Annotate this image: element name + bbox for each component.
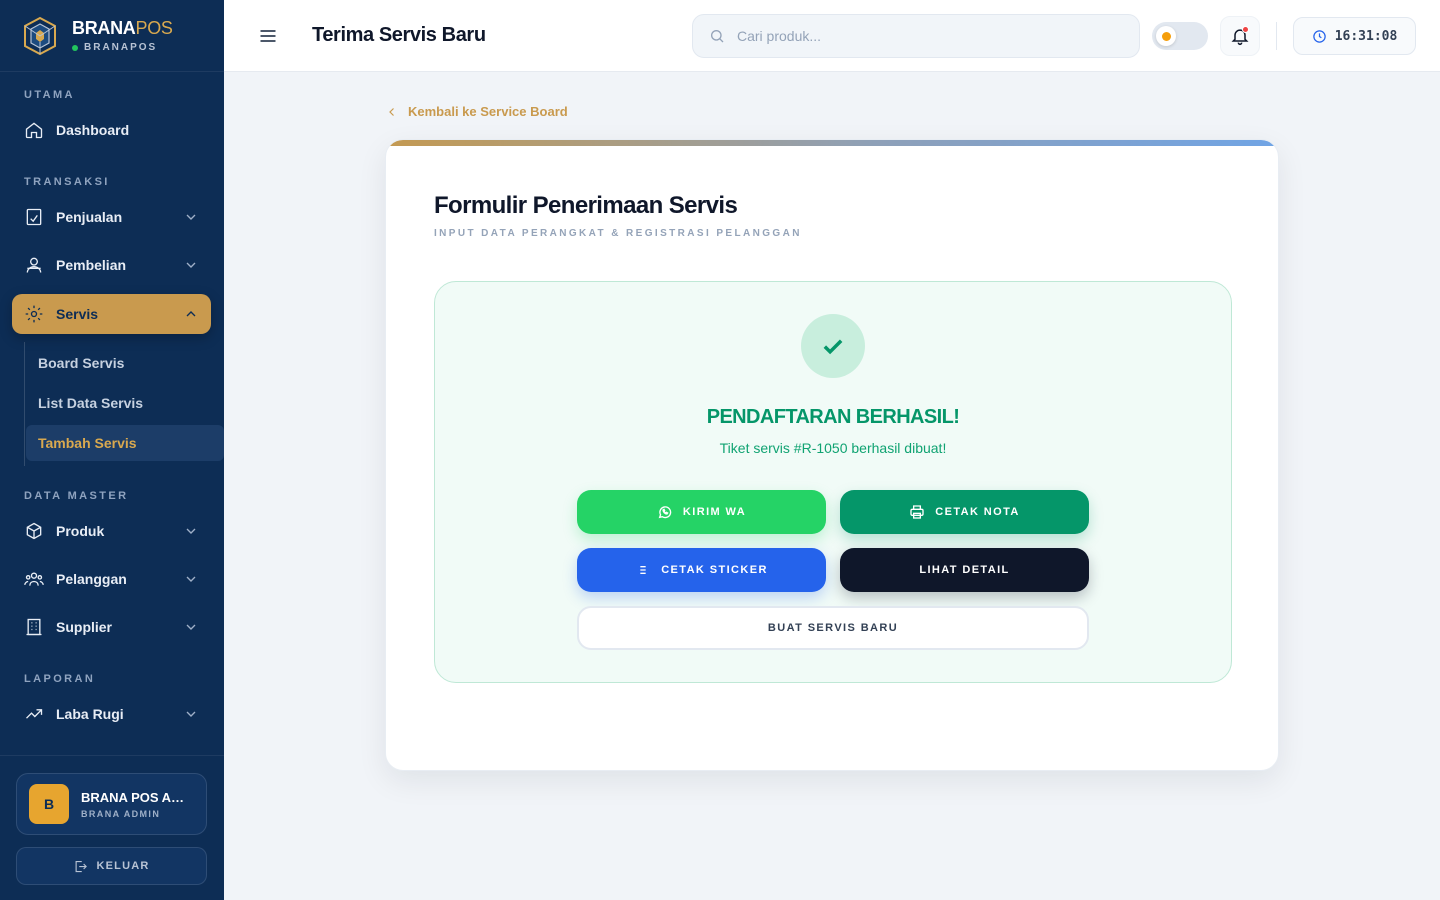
print-receipt-button[interactable]: CETAK NOTA xyxy=(840,490,1089,534)
building-icon xyxy=(26,618,42,636)
avatar: B xyxy=(29,784,69,824)
sidebar: BRANAPOS BRANAPOS UTAMA Dashboard TRANSA… xyxy=(0,0,224,900)
form-subtitle: INPUT DATA PERANGKAT & REGISTRASI PELANG… xyxy=(434,228,802,239)
success-check xyxy=(801,314,865,378)
gear-icon xyxy=(25,305,43,323)
back-link[interactable]: Kembali ke Service Board xyxy=(386,104,568,119)
sidebar-item-label: Produk xyxy=(56,523,105,539)
brand-logo-icon xyxy=(24,16,56,55)
check-icon xyxy=(823,339,843,355)
back-link-label: Kembali ke Service Board xyxy=(408,104,568,119)
receipt-icon xyxy=(26,208,42,226)
notification-badge xyxy=(1242,26,1249,33)
sidebar-item-penjualan[interactable]: Penjualan xyxy=(12,197,211,237)
header-divider xyxy=(1276,22,1277,50)
chevron-up-icon xyxy=(186,311,196,317)
sidebar-item-dashboard[interactable]: Dashboard xyxy=(12,110,211,150)
search-input[interactable] xyxy=(737,28,1117,44)
sun-icon xyxy=(1161,31,1171,41)
sidebar-item-label: Dashboard xyxy=(56,122,130,138)
card-accent-bar xyxy=(386,140,1278,146)
logout-button[interactable]: KELUAR xyxy=(16,847,207,885)
sidebar-item-laba-rugi[interactable]: Laba Rugi xyxy=(12,694,211,734)
section-laporan: LAPORAN xyxy=(24,673,96,685)
view-detail-label: LIHAT DETAIL xyxy=(919,564,1010,576)
user-name: BRANA POS ADMIN xyxy=(81,789,193,805)
success-panel: PENDAFTARAN BERHASIL! Tiket servis #R-10… xyxy=(434,281,1232,683)
menu-icon[interactable] xyxy=(258,26,278,46)
search-box[interactable] xyxy=(692,14,1140,58)
user-card[interactable]: B BRANA POS ADMIN BRANA ADMIN xyxy=(16,773,207,835)
sidebar-subitem-tambah-servis[interactable]: Tambah Servis xyxy=(26,425,224,461)
send-whatsapp-button[interactable]: KIRIM WA xyxy=(577,490,826,534)
sidebar-item-label: Pembelian xyxy=(56,257,127,273)
print-receipt-label: CETAK NOTA xyxy=(935,506,1020,518)
home-icon xyxy=(25,122,43,139)
send-whatsapp-label: KIRIM WA xyxy=(682,506,747,518)
new-service-button[interactable]: BUAT SERVIS BARU xyxy=(577,606,1089,650)
theme-toggle[interactable] xyxy=(1152,22,1208,50)
search-icon xyxy=(711,30,724,43)
chevron-down-icon xyxy=(186,624,196,630)
sidebar-item-pembelian[interactable]: Pembelian xyxy=(12,245,211,285)
clock: 16:31:08 xyxy=(1293,17,1416,55)
section-utama: UTAMA xyxy=(24,89,75,101)
sidebar-item-label: Laba Rugi xyxy=(56,706,124,722)
sidebar-item-servis[interactable]: Servis xyxy=(12,294,211,334)
new-service-label: BUAT SERVIS BARU xyxy=(767,622,899,634)
group-icon xyxy=(24,572,44,586)
clock-time: 16:31:08 xyxy=(1334,28,1398,44)
service-form-card: Formulir Penerimaan Servis INPUT DATA PE… xyxy=(385,139,1279,771)
printer-icon xyxy=(910,505,924,519)
print-sticker-label: CETAK STICKER xyxy=(661,564,768,576)
view-detail-button[interactable]: LIHAT DETAIL xyxy=(840,548,1089,592)
logout-label: KELUAR xyxy=(96,860,150,872)
sidebar-item-supplier[interactable]: Supplier xyxy=(12,607,211,647)
servis-submenu: Board Servis List Data Servis Tambah Ser… xyxy=(24,342,224,466)
sidebar-item-pelanggan[interactable]: Pelanggan xyxy=(12,559,211,599)
sidebar-subitem-list-data-servis[interactable]: List Data Servis xyxy=(26,385,224,421)
sidebar-item-label: Pelanggan xyxy=(56,571,127,587)
box-icon xyxy=(26,522,42,540)
chevron-down-icon xyxy=(186,711,196,717)
clock-icon xyxy=(1312,29,1326,43)
form-title: Formulir Penerimaan Servis xyxy=(434,192,738,219)
chevron-down-icon xyxy=(186,528,196,534)
chevron-left-icon xyxy=(389,107,394,116)
sidebar-subitem-board-servis[interactable]: Board Servis xyxy=(26,345,224,381)
section-data-master: DATA MASTER xyxy=(24,490,129,502)
sidebar-item-label: Penjualan xyxy=(56,209,123,225)
toggle-knob xyxy=(1156,26,1176,46)
user-role: BRANA ADMIN xyxy=(81,808,161,819)
logout-icon xyxy=(76,860,88,872)
sidebar-item-label: Servis xyxy=(56,306,99,322)
chevron-down-icon xyxy=(186,262,196,268)
success-title: PENDAFTARAN BERHASIL! xyxy=(706,406,960,428)
trending-up-icon xyxy=(26,709,43,719)
notification-button[interactable] xyxy=(1220,16,1260,56)
print-sticker-button[interactable]: CETAK STICKER xyxy=(577,548,826,592)
page-title: Terima Servis Baru xyxy=(312,24,486,46)
brand[interactable]: BRANAPOS BRANAPOS xyxy=(0,0,224,72)
section-transaksi: TRANSAKSI xyxy=(24,176,110,188)
users-icon xyxy=(26,257,42,273)
chevron-down-icon xyxy=(186,214,196,220)
success-message: Tiket servis #R-1050 berhasil dibuat! xyxy=(719,440,947,456)
online-dot-icon xyxy=(72,44,78,51)
top-header: Terima Servis Baru 16:31:08 xyxy=(224,0,1440,72)
sidebar-item-produk[interactable]: Produk xyxy=(12,511,211,551)
sidebar-footer: B BRANA POS ADMIN BRANA ADMIN KELUAR xyxy=(0,755,224,900)
sidebar-item-label: Supplier xyxy=(56,619,113,635)
whatsapp-icon xyxy=(658,506,672,519)
brand-subtitle: BRANAPOS xyxy=(72,42,173,53)
brand-name: BRANAPOS xyxy=(72,18,173,38)
chevron-down-icon xyxy=(186,576,196,582)
lines-icon xyxy=(640,566,646,574)
